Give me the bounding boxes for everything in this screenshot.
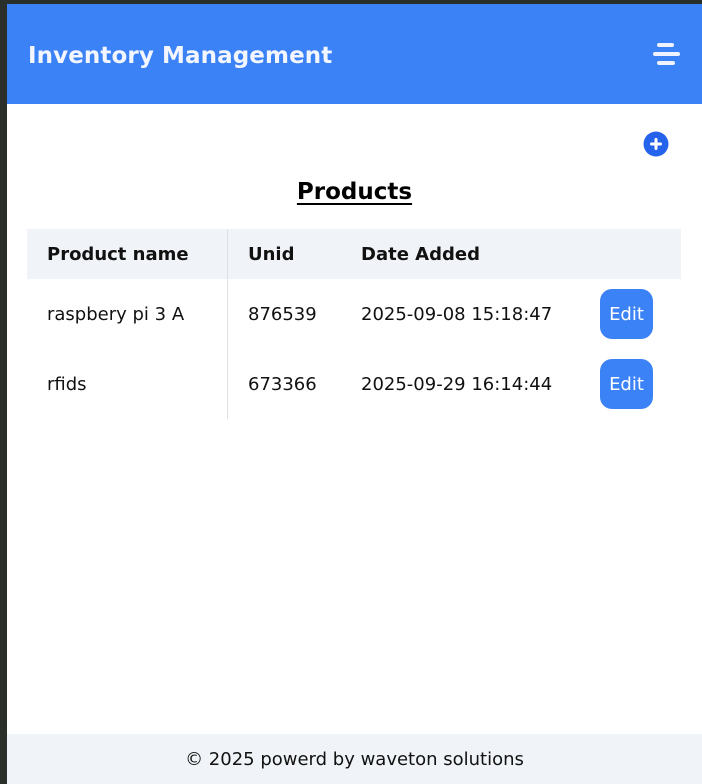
date-added-cell: 2025-09-08 15:18:47 (361, 303, 553, 325)
table-row: raspbery pi 3 A 876539 2025-09-08 15:18:… (27, 279, 681, 349)
app-window: Inventory Management Products Product na… (7, 4, 702, 784)
table-row: rfids 673366 2025-09-29 16:14:44 Edit (27, 349, 681, 419)
column-header-date-added: Date Added (361, 243, 480, 265)
edit-button[interactable]: Edit (600, 289, 653, 339)
page-footer: © 2025 powerd by waveton solutions (7, 734, 702, 784)
plus-circle-icon (643, 131, 669, 157)
product-name-cell: rfids (47, 373, 87, 395)
page-title: Products (296, 179, 413, 205)
table-header-row: Product name Unid Date Added (27, 229, 681, 279)
app-title: Inventory Management (28, 43, 333, 69)
unid-cell: 673366 (248, 373, 317, 395)
column-header-product-name: Product name (47, 243, 189, 265)
date-added-cell: 2025-09-29 16:14:44 (361, 373, 553, 395)
menu-icon (653, 43, 680, 65)
footer-copyright: © 2025 powerd by waveton solutions (185, 748, 524, 770)
add-product-button[interactable] (643, 131, 669, 157)
action-cell: Edit (600, 279, 653, 349)
app-header: Inventory Management (7, 4, 702, 104)
product-name-cell: raspbery pi 3 A (47, 303, 185, 325)
edit-button[interactable]: Edit (600, 359, 653, 409)
products-table: Product name Unid Date Added raspbery pi… (27, 229, 681, 419)
column-divider (227, 229, 228, 419)
unid-cell: 876539 (248, 303, 317, 325)
action-cell: Edit (600, 349, 653, 419)
menu-button[interactable] (652, 42, 680, 68)
column-header-unid: Unid (248, 243, 295, 265)
